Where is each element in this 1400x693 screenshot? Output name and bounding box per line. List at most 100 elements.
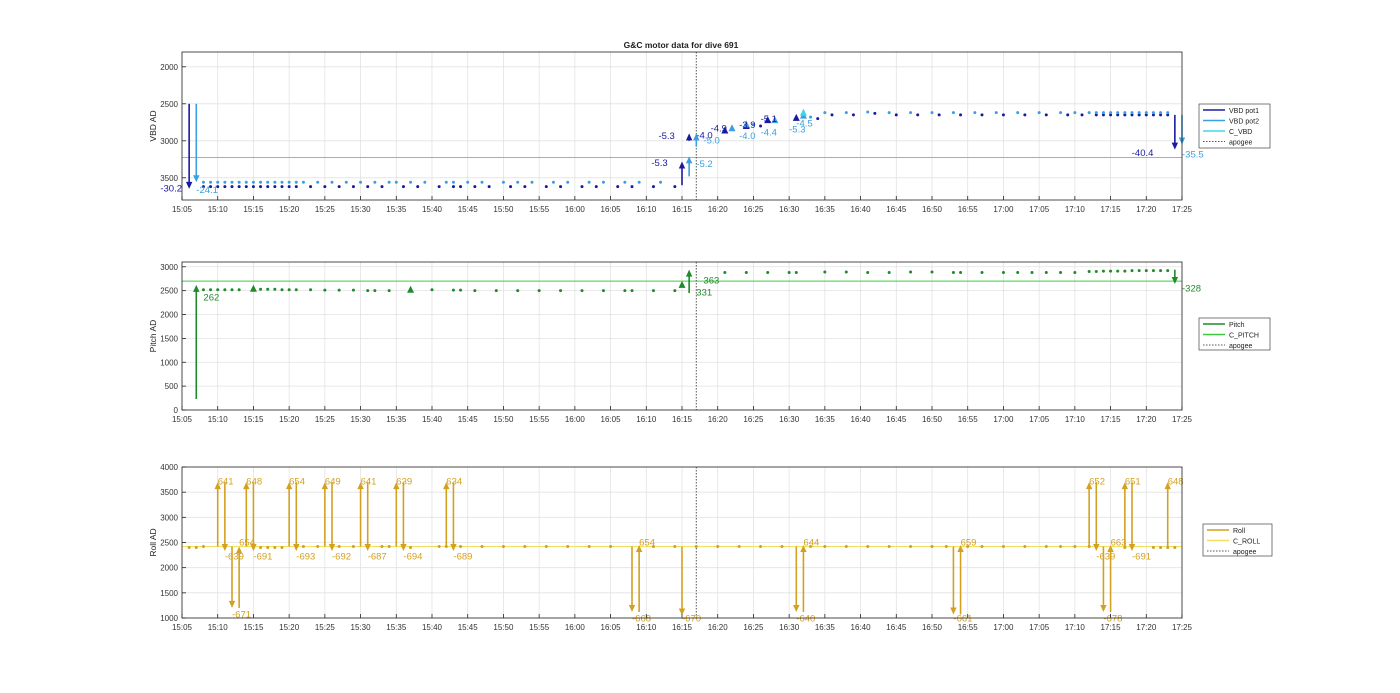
y-tick-label: 2000 — [160, 311, 178, 320]
data-label: -691 — [1132, 552, 1151, 563]
x-tick-label: 16:05 — [601, 415, 622, 424]
data-point — [787, 271, 791, 275]
data-point — [473, 185, 477, 189]
x-tick-label: 15:05 — [172, 623, 193, 632]
legend: Roll C_ROLLapogee — [1202, 523, 1273, 557]
data-point — [1151, 546, 1155, 550]
data-point — [444, 180, 448, 184]
data-point — [1123, 269, 1127, 273]
data-point — [823, 111, 827, 115]
y-tick-label: 2000 — [160, 63, 178, 72]
data-point — [1151, 269, 1155, 273]
data-point — [1109, 269, 1113, 273]
y-tick-label: 4000 — [160, 463, 178, 472]
x-tick-label: 16:15 — [672, 205, 693, 214]
data-point — [980, 545, 984, 549]
data-point — [273, 180, 277, 184]
data-point — [1094, 111, 1098, 115]
x-tick-label: 15:50 — [493, 205, 514, 214]
legend-entry-label: Pitch — [1229, 322, 1245, 329]
data-point — [866, 271, 870, 275]
data-point — [330, 180, 334, 184]
y-tick-label: 500 — [165, 382, 179, 391]
x-tick-label: 16:45 — [886, 623, 907, 632]
panel-vbd: -30.2 -24.1-5.3-5.3 -5.2-4.0-5.0-4.9-4.0-3… — [148, 51, 1271, 214]
x-tick-label: 15:20 — [279, 415, 300, 424]
legend-entry-label: C_VBD — [1229, 129, 1252, 136]
data-label: 651 — [1125, 477, 1141, 488]
x-tick-label: 17:20 — [1136, 205, 1157, 214]
x-tick-label: 15:10 — [208, 205, 229, 214]
data-point — [294, 185, 298, 189]
data-point — [744, 271, 748, 275]
data-point — [287, 288, 291, 292]
data-point — [716, 545, 720, 549]
data-point — [280, 185, 284, 189]
data-label: -328 — [1182, 283, 1201, 294]
x-tick-label: 16:00 — [565, 205, 586, 214]
data-point — [673, 545, 677, 549]
data-point — [566, 545, 570, 549]
data-point — [266, 287, 270, 291]
figure-title: G&C motor data for dive 691 — [624, 40, 739, 50]
data-point — [351, 545, 355, 549]
data-point — [851, 113, 855, 117]
x-tick-label: 15:55 — [529, 205, 550, 214]
data-point — [451, 180, 455, 184]
y-tick-label: 2500 — [160, 287, 178, 296]
x-tick-label: 15:55 — [529, 623, 550, 632]
data-point — [1023, 545, 1027, 549]
data-point — [830, 113, 834, 117]
data-point — [223, 185, 227, 189]
data-point — [323, 185, 327, 189]
legend-entry-label: VBD pot1 — [1229, 108, 1259, 115]
data-point — [980, 113, 984, 117]
data-label: 641 — [361, 477, 377, 488]
data-point — [451, 185, 455, 189]
data-point — [1159, 111, 1163, 115]
data-point — [630, 185, 634, 189]
data-point — [223, 288, 227, 292]
data-point — [587, 545, 591, 549]
data-point — [416, 185, 420, 189]
data-point — [580, 289, 584, 293]
data-point — [1130, 111, 1134, 115]
data-point — [816, 117, 820, 121]
data-point — [280, 180, 284, 184]
data-point — [230, 185, 234, 189]
data-point — [437, 545, 441, 549]
data-point — [423, 180, 427, 184]
data-label: -639 — [1096, 552, 1115, 563]
data-point — [351, 288, 355, 292]
data-point — [1159, 269, 1163, 273]
x-tick-label: 16:40 — [851, 205, 872, 214]
x-tick-label: 16:50 — [922, 415, 943, 424]
x-tick-label: 16:35 — [815, 623, 836, 632]
data-point — [887, 111, 891, 115]
data-point — [1116, 111, 1120, 115]
x-tick-label: 15:45 — [458, 623, 479, 632]
x-tick-label: 16:40 — [851, 623, 872, 632]
data-point — [909, 270, 913, 274]
data-point — [766, 271, 770, 275]
data-point — [509, 185, 513, 189]
data-point — [516, 180, 520, 184]
data-point — [459, 288, 463, 292]
data-point — [959, 113, 963, 117]
data-label: 363 — [703, 276, 719, 287]
data-label: 649 — [325, 477, 341, 488]
data-label: -687 — [368, 552, 387, 563]
x-tick-label: 16:05 — [601, 623, 622, 632]
data-label: -4.9 — [711, 124, 727, 135]
data-point — [259, 185, 263, 189]
x-tick-label: 15:15 — [243, 623, 264, 632]
data-point — [559, 185, 563, 189]
data-point — [980, 271, 984, 275]
x-tick-label: 15:45 — [458, 205, 479, 214]
data-point — [844, 270, 848, 274]
data-point — [951, 111, 955, 115]
x-tick-label: 17:05 — [1029, 623, 1050, 632]
chart-panels: -30.2 -24.1-5.3-5.3 -5.2-4.0-5.0-4.9-4.0-3… — [148, 51, 1273, 632]
x-tick-label: 15:15 — [243, 205, 264, 214]
data-point — [1144, 111, 1148, 115]
